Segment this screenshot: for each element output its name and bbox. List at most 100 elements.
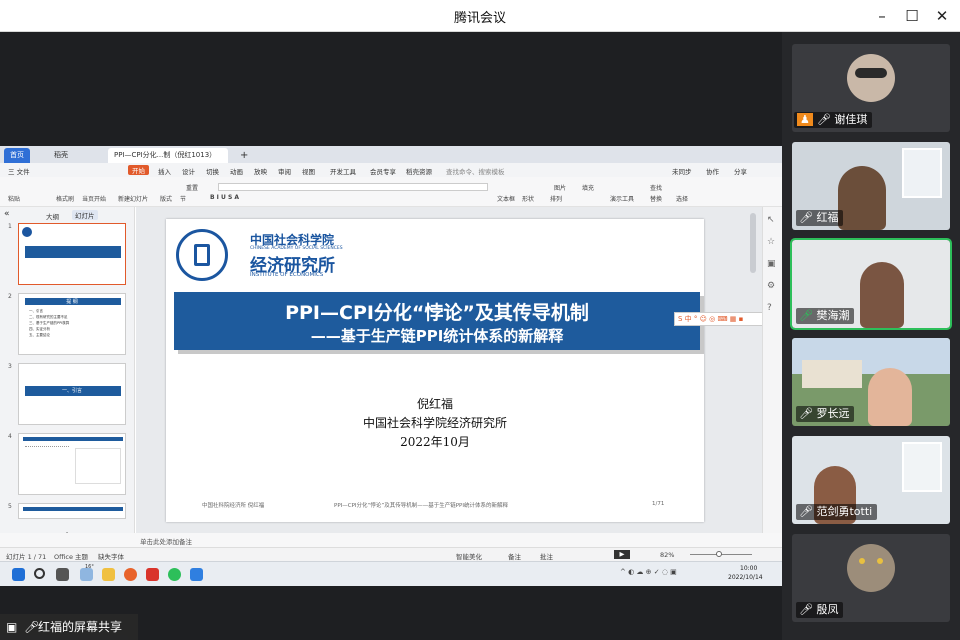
- replace-button[interactable]: 替换: [650, 194, 662, 203]
- menu-devtools[interactable]: 开发工具: [330, 166, 356, 176]
- paste-button[interactable]: 粘贴: [8, 194, 20, 203]
- fill-button[interactable]: 填充: [582, 183, 594, 192]
- participant-tile[interactable]: ♟ 🎤︎ 谢佳琪: [792, 44, 950, 132]
- tab-docer[interactable]: 稻壳: [48, 148, 74, 163]
- tab-home[interactable]: 首页: [4, 148, 30, 163]
- zoom-slider-knob[interactable]: [716, 551, 722, 557]
- play-from-current-button[interactable]: 当页开始: [82, 194, 106, 203]
- cat-avatar: [847, 544, 895, 592]
- slide-canvas: 中国社会科学院 CHINESE ACADEMY OF SOCIAL SCIENC…: [136, 207, 774, 547]
- wps-icon[interactable]: [146, 568, 159, 581]
- menu-design[interactable]: 设计: [182, 166, 195, 176]
- ime-toolbar[interactable]: S 中 ° ☺ ◎ ⌨ ▦ ▪: [674, 312, 774, 326]
- star-icon[interactable]: ☆: [767, 237, 775, 247]
- collapse-panel-icon[interactable]: «: [4, 209, 10, 219]
- present-tools-button[interactable]: 演示工具: [610, 194, 634, 203]
- thumb-heading: 一、引言: [61, 388, 82, 394]
- mic-active-icon: 🎤︎: [799, 309, 817, 322]
- new-slide-button[interactable]: 新建幻灯片: [118, 194, 148, 203]
- avatar-eye: [859, 558, 865, 564]
- vertical-scrollbar[interactable]: [750, 213, 756, 273]
- menu-transition[interactable]: 切换: [206, 166, 219, 176]
- select-button[interactable]: 选择: [676, 194, 688, 203]
- new-tab-icon[interactable]: +: [234, 148, 254, 163]
- participant-tile[interactable]: 🎤︎ 殷凤: [792, 534, 950, 622]
- slide-thumbnail-2[interactable]: 提 纲 一、引言 二、现有研究的主要不足 三、基于生产链的PPI核算 四、实证分…: [18, 293, 126, 355]
- maximize-icon[interactable]: ☐: [902, 6, 922, 26]
- menu-file[interactable]: 三 文件: [8, 166, 30, 176]
- tray-icons[interactable]: ^ ◐ ☁ ⊕ ✓ ◌ ▣: [620, 568, 677, 576]
- task-view-icon[interactable]: [56, 568, 69, 581]
- menu-view[interactable]: 视图: [302, 166, 315, 176]
- mic-muted-icon: 🎤︎: [799, 407, 817, 420]
- picture-button[interactable]: 图片: [554, 183, 566, 192]
- participant-tile[interactable]: 🎤︎ 罗长远: [792, 338, 950, 426]
- tencent-meeting-icon[interactable]: [190, 568, 203, 581]
- shape-button[interactable]: 形状: [522, 194, 534, 203]
- zoom-level[interactable]: 82%: [660, 551, 674, 559]
- minimize-icon[interactable]: –: [872, 6, 892, 26]
- participant-tile[interactable]: 🎤︎ 范剑勇totti: [792, 436, 950, 524]
- tab-document[interactable]: PPI—CPI分化...制（倪红1013）: [108, 148, 228, 163]
- avatar-eye: [877, 558, 883, 564]
- search-icon[interactable]: [34, 568, 45, 579]
- person-video: [860, 262, 904, 328]
- current-slide[interactable]: 中国社会科学院 CHINESE ACADEMY OF SOCIAL SCIENC…: [166, 219, 774, 522]
- tab-slides[interactable]: 幻灯片: [72, 210, 98, 220]
- menu-animation[interactable]: 动画: [230, 166, 243, 176]
- wechat-icon[interactable]: [168, 568, 181, 581]
- participant-name: ♟ 🎤︎ 谢佳琪: [794, 112, 873, 128]
- logo-mini-icon: [22, 227, 32, 237]
- textbox-button[interactable]: 文本框: [497, 194, 515, 203]
- bold-icon[interactable]: B I U S A: [210, 194, 239, 201]
- close-icon[interactable]: ✕: [932, 6, 952, 26]
- menu-member[interactable]: 会员专享: [370, 166, 396, 176]
- slide-subtitle: ——基于生产链PPI统计体系的新解释: [310, 327, 564, 345]
- menu-slideshow[interactable]: 放映: [254, 166, 267, 176]
- play-icon[interactable]: ▶: [614, 550, 630, 559]
- settings-icon[interactable]: ⚙: [767, 281, 775, 291]
- thumb-heading: 提 纲: [66, 299, 78, 305]
- notes-placeholder[interactable]: 单击此处添加备注: [140, 536, 192, 546]
- missing-font[interactable]: 缺失字体: [98, 551, 124, 561]
- menu-unsynced[interactable]: 未同步: [672, 166, 692, 176]
- find-button[interactable]: 查找: [650, 183, 662, 192]
- menu-share[interactable]: 分享: [734, 166, 747, 176]
- layers-icon[interactable]: ▣: [767, 259, 776, 269]
- format-painter-button[interactable]: 格式刷: [56, 194, 74, 203]
- menu-docer-res[interactable]: 稻壳资源: [406, 166, 432, 176]
- tab-outline[interactable]: 大纲: [46, 211, 59, 221]
- section-button[interactable]: 节: [180, 194, 186, 203]
- help-icon[interactable]: ?: [767, 303, 772, 313]
- firefox-icon[interactable]: [124, 568, 137, 581]
- taskbar-time: 10:00: [740, 565, 758, 572]
- file-explorer-icon[interactable]: [102, 568, 115, 581]
- menu-insert[interactable]: 插入: [158, 166, 171, 176]
- reset-button[interactable]: 重置: [186, 183, 198, 192]
- select-tool-icon[interactable]: ↖: [767, 215, 775, 225]
- command-search[interactable]: 查找命令、搜索模板: [446, 166, 505, 176]
- arrange-button[interactable]: 排列: [550, 194, 562, 203]
- annotation-toggle[interactable]: 批注: [540, 551, 553, 561]
- menu-start[interactable]: 开始: [128, 165, 149, 175]
- slide-thumbnail-4[interactable]: [18, 433, 126, 495]
- menu-review[interactable]: 审阅: [278, 166, 291, 176]
- slide-thumbnail-3[interactable]: 一、引言: [18, 363, 126, 425]
- participant-name: 🎤︎ 红福: [796, 210, 844, 226]
- font-size-selector[interactable]: [218, 183, 488, 191]
- slide-thumbnail-5[interactable]: [18, 503, 126, 519]
- shared-screen-stage: 首页 稻壳 PPI—CPI分化...制（倪红1013） + 三 文件 开始 插入…: [0, 32, 782, 640]
- menu-collab[interactable]: 协作: [706, 166, 719, 176]
- temperature: 16°: [85, 564, 94, 570]
- layout-button[interactable]: 版式: [160, 194, 172, 203]
- presentation-date: 2022年10月: [400, 435, 470, 449]
- smart-beautify[interactable]: 智能美化: [456, 551, 482, 561]
- taskbar-date: 2022/10/14: [728, 574, 763, 581]
- participant-tile[interactable]: 🎤︎ 红福: [792, 142, 950, 230]
- notes-toggle[interactable]: 备注: [508, 551, 521, 561]
- participants-sidebar: ♟ 🎤︎ 谢佳琪 🎤︎ 红福 🎤︎ 樊海潮 🎤︎ 罗长远 🎤︎ 范剑勇totti …: [782, 32, 960, 640]
- windows-start-icon[interactable]: [12, 568, 25, 581]
- host-icon: ♟: [797, 113, 813, 126]
- participant-tile-speaking[interactable]: 🎤︎ 樊海潮: [790, 238, 952, 330]
- slide-thumbnail-1[interactable]: [18, 223, 126, 285]
